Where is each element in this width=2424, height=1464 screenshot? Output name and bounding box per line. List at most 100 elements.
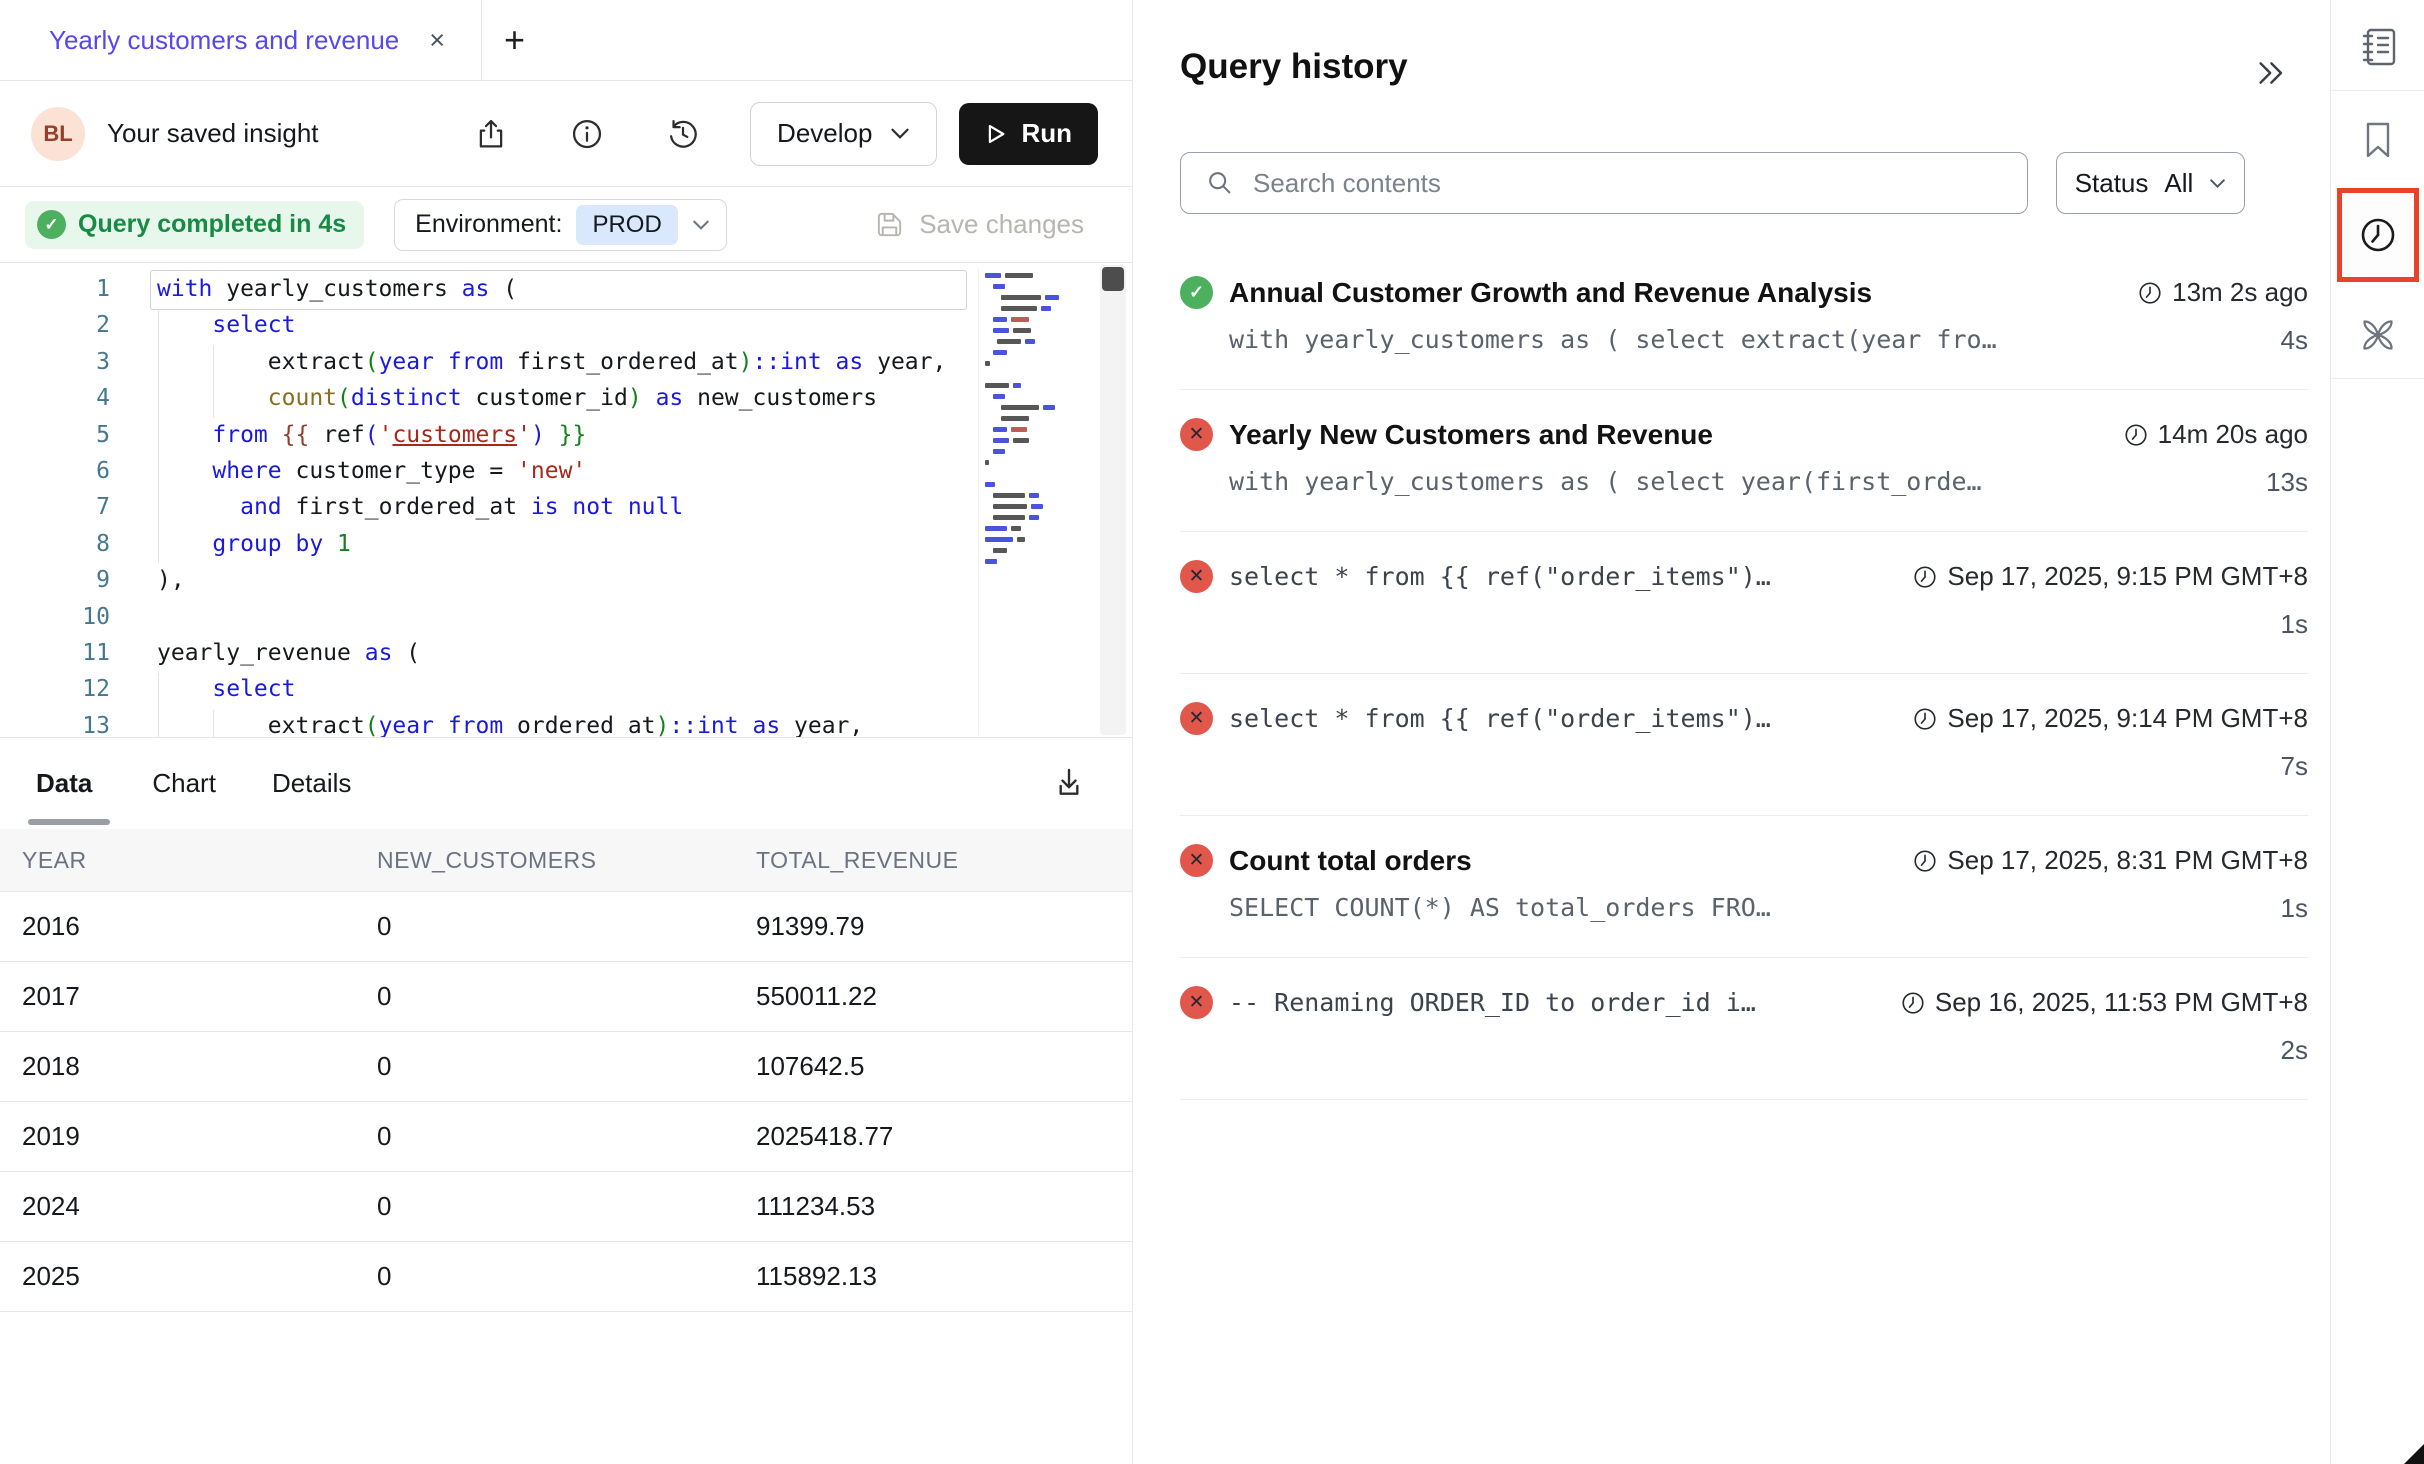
tab-yearly-customers-and-revenue[interactable]: Yearly customers and revenue × (0, 0, 482, 80)
history-item-snippet: with yearly_customers as ( select year(f… (1229, 467, 1982, 499)
history-item-duration: 1s (2281, 609, 2308, 641)
history-item[interactable]: ✓Annual Customer Growth and Revenue Anal… (1180, 248, 2308, 390)
version-history-icon[interactable] (664, 115, 702, 153)
tab-details[interactable]: Details (272, 768, 351, 799)
table-cell: 0 (377, 1051, 756, 1082)
share-icon[interactable] (472, 115, 510, 153)
search-icon (1205, 168, 1235, 198)
code-line: from {{ ref('customers') }} (157, 417, 967, 453)
bookmark-icon[interactable] (2331, 117, 2424, 163)
table-cell: 550011.22 (756, 981, 1132, 1012)
line-number: 13 (0, 708, 110, 738)
notebook-icon[interactable] (2331, 24, 2424, 70)
line-number-gutter: 12345678910111213 (0, 271, 110, 738)
resize-handle[interactable] (2404, 1444, 2424, 1464)
save-changes-button[interactable]: Save changes (874, 209, 1084, 240)
history-item-duration: 1s (2281, 893, 2308, 925)
status-bar: ✓ Query completed in 4s Environment: PRO… (0, 187, 1132, 263)
right-sidebar-rail (2330, 0, 2424, 1464)
rail-divider (2331, 378, 2424, 379)
code-line: extract(year from first_ordered_at)::int… (157, 344, 967, 380)
table-row[interactable]: 20170550011.22 (0, 962, 1132, 1032)
error-x-icon: ✕ (1180, 986, 1213, 1019)
tab-data[interactable]: Data (36, 768, 92, 799)
table-row[interactable]: 201902025418.77 (0, 1102, 1132, 1172)
code-line: yearly_revenue as ( (157, 635, 967, 671)
status-filter-value: All (2164, 168, 2193, 199)
environment-label: Environment: (415, 210, 562, 239)
table-cell: 2017 (0, 981, 377, 1012)
history-item-timestamp: Sep 17, 2025, 9:14 PM GMT+8 (1912, 703, 2308, 734)
lineage-compass-icon[interactable] (2331, 312, 2424, 358)
rail-divider (2331, 90, 2424, 91)
tab-bar: Yearly customers and revenue × + (0, 0, 1132, 81)
history-item[interactable]: ✕Yearly New Customers and Revenue14m 20s… (1180, 390, 2308, 532)
history-item-timestamp: 13m 2s ago (2137, 277, 2308, 308)
column-header-total-revenue: TOTAL_REVENUE (756, 847, 1132, 874)
code-line: with yearly_customers as ( (157, 271, 967, 307)
table-body: 2016091399.7920170550011.2220180107642.5… (0, 892, 1132, 1312)
download-results-button[interactable] (1050, 764, 1088, 802)
develop-dropdown-button[interactable]: Develop (750, 102, 937, 166)
code-line: select (157, 671, 967, 707)
line-number: 7 (0, 489, 110, 525)
table-row[interactable]: 20180107642.5 (0, 1032, 1132, 1102)
new-tab-button[interactable]: + (504, 22, 525, 58)
code-line (157, 599, 967, 635)
error-x-icon: ✕ (1180, 418, 1213, 451)
chevron-down-icon (2209, 178, 2226, 189)
app-window: Yearly customers and revenue × + BL Your… (0, 0, 2424, 1464)
tab-chart[interactable]: Chart (152, 768, 216, 799)
results-table: YEAR NEW_CUSTOMERS TOTAL_REVENUE 2016091… (0, 829, 1132, 1312)
table-row[interactable]: 20250115892.13 (0, 1242, 1132, 1312)
history-item-timestamp: 14m 20s ago (2123, 419, 2308, 450)
table-cell: 111234.53 (756, 1191, 1132, 1222)
table-cell: 2025418.77 (756, 1121, 1132, 1152)
header-actions (472, 115, 702, 153)
editor-panel: Yearly customers and revenue × + BL Your… (0, 0, 1133, 1464)
table-cell: 0 (377, 1261, 756, 1292)
query-history-panel: Query history Status All ✓Annual Custome… (1133, 0, 2330, 1464)
history-item-duration: 7s (2281, 751, 2308, 783)
history-item[interactable]: ✕Count total ordersSep 17, 2025, 8:31 PM… (1180, 816, 2308, 958)
collapse-panel-icon[interactable] (2251, 58, 2287, 88)
tab-title: Yearly customers and revenue (49, 25, 399, 56)
table-cell: 91399.79 (756, 911, 1132, 942)
history-item[interactable]: ✕-- Renaming ORDER_ID to order_id i…Sep … (1180, 958, 2308, 1100)
editor-scrollbar[interactable] (1100, 265, 1126, 735)
history-item[interactable]: ✕select * from {{ ref("order_items")…Sep… (1180, 674, 2308, 816)
history-item[interactable]: ✕select * from {{ ref("order_items")…Sep… (1180, 532, 2308, 674)
tab-close-icon[interactable]: × (429, 27, 445, 54)
error-x-icon: ✕ (1180, 702, 1213, 735)
history-item-duration: 4s (2281, 325, 2308, 357)
active-tab-underline (28, 819, 110, 825)
sql-code-editor[interactable]: 12345678910111213 with yearly_customers … (0, 263, 1132, 738)
query-history-icon-active[interactable] (2337, 188, 2419, 282)
scrollbar-thumb[interactable] (1102, 267, 1124, 291)
history-item-title: Count total orders (1229, 845, 1912, 877)
indent-guide (213, 710, 214, 737)
info-icon[interactable] (568, 115, 606, 153)
save-changes-label: Save changes (919, 209, 1084, 240)
search-input[interactable] (1251, 167, 2027, 200)
table-cell: 0 (377, 911, 756, 942)
results-tab-bar: Data Chart Details (0, 738, 1132, 828)
search-box[interactable] (1180, 152, 2028, 214)
table-row[interactable]: 2016091399.79 (0, 892, 1132, 962)
table-cell: 107642.5 (756, 1051, 1132, 1082)
history-item-timestamp: Sep 16, 2025, 11:53 PM GMT+8 (1900, 987, 2308, 1018)
play-icon (985, 122, 1007, 146)
save-icon (874, 209, 905, 240)
document-header: BL Your saved insight (0, 81, 1132, 187)
line-number: 9 (0, 562, 110, 598)
status-filter-dropdown[interactable]: Status All (2056, 152, 2245, 214)
code-minimap[interactable] (978, 269, 1079, 735)
table-row[interactable]: 20240111234.53 (0, 1172, 1132, 1242)
history-item-timestamp: Sep 17, 2025, 8:31 PM GMT+8 (1912, 845, 2308, 876)
line-number: 3 (0, 344, 110, 380)
check-icon: ✓ (37, 210, 66, 239)
run-button[interactable]: Run (959, 103, 1098, 165)
indent-guide (213, 345, 214, 418)
query-status-text: Query completed in 4s (78, 210, 346, 239)
environment-selector[interactable]: Environment: PROD (394, 199, 727, 251)
